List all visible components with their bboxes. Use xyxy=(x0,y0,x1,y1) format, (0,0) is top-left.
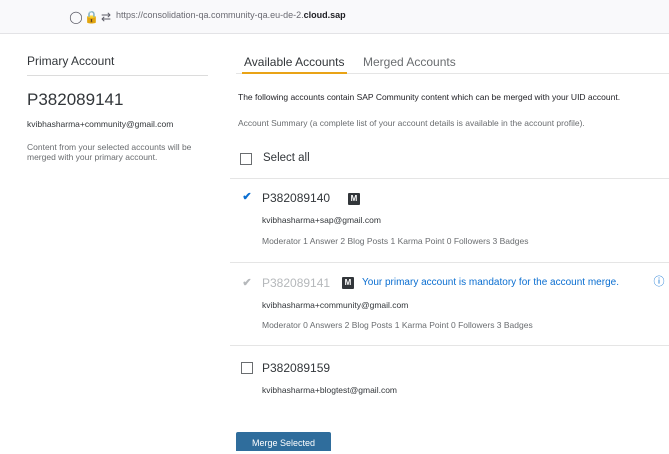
account-id-2: P382089141 xyxy=(262,276,331,290)
url-text[interactable]: https://consolidation-qa.community-qa.eu… xyxy=(116,10,346,20)
account-checkbox-1[interactable]: ✔ xyxy=(241,191,253,204)
divider xyxy=(230,178,669,179)
moderator-badge-icon: M xyxy=(342,277,354,289)
primary-account-mandatory-message: Your primary account is mandatory for th… xyxy=(362,277,619,288)
account-checkbox-2: ✔ xyxy=(241,277,253,290)
account-id-1: P382089140 xyxy=(262,191,331,205)
primary-account-email: kvibhasharma+community@gmail.com xyxy=(27,119,174,129)
shield-icon[interactable]: ◯ xyxy=(69,10,83,24)
account-tabs: Available Accounts Merged Accounts xyxy=(236,44,669,74)
primary-account-note: Content from your selected accounts will… xyxy=(27,142,192,162)
divider xyxy=(230,262,669,263)
moderator-badge-icon: M xyxy=(348,193,360,205)
tab-merged-accounts[interactable]: Merged Accounts xyxy=(363,55,456,69)
intro-text: The following accounts contain SAP Commu… xyxy=(238,92,621,102)
select-all-label[interactable]: Select all xyxy=(263,152,310,164)
info-icon[interactable]: ⓘ xyxy=(653,276,665,288)
primary-account-heading: Primary Account xyxy=(27,44,208,76)
account-id-3: P382089159 xyxy=(262,361,331,375)
browser-url-bar[interactable]: ◯ 🔒 ⇄ https://consolidation-qa.community… xyxy=(0,0,669,34)
divider xyxy=(230,345,669,346)
account-checkbox-3[interactable] xyxy=(241,362,253,374)
select-all-checkbox[interactable] xyxy=(240,153,252,165)
lock-icon[interactable]: 🔒 xyxy=(84,10,99,24)
checkmark-icon: ✔ xyxy=(242,191,252,203)
account-stats-2: Moderator 0 Answers 2 Blog Posts 1 Karma… xyxy=(262,320,533,330)
account-email-1: kvibhasharma+sap@gmail.com xyxy=(262,215,381,225)
account-email-2: kvibhasharma+community@gmail.com xyxy=(262,300,409,310)
permissions-icon[interactable]: ⇄ xyxy=(99,10,113,24)
merge-selected-button[interactable]: Merge Selected xyxy=(236,432,331,451)
account-summary-text: Account Summary (a complete list of your… xyxy=(238,118,585,128)
primary-account-panel: Primary Account P382089141 kvibhasharma+… xyxy=(27,44,208,162)
tab-available-accounts[interactable]: Available Accounts xyxy=(242,55,347,74)
account-stats-1: Moderator 1 Answer 2 Blog Posts 1 Karma … xyxy=(262,236,529,246)
account-email-3: kvibhasharma+blogtest@gmail.com xyxy=(262,385,398,395)
primary-account-id: P382089141 xyxy=(27,90,124,109)
checkmark-icon: ✔ xyxy=(242,277,252,289)
